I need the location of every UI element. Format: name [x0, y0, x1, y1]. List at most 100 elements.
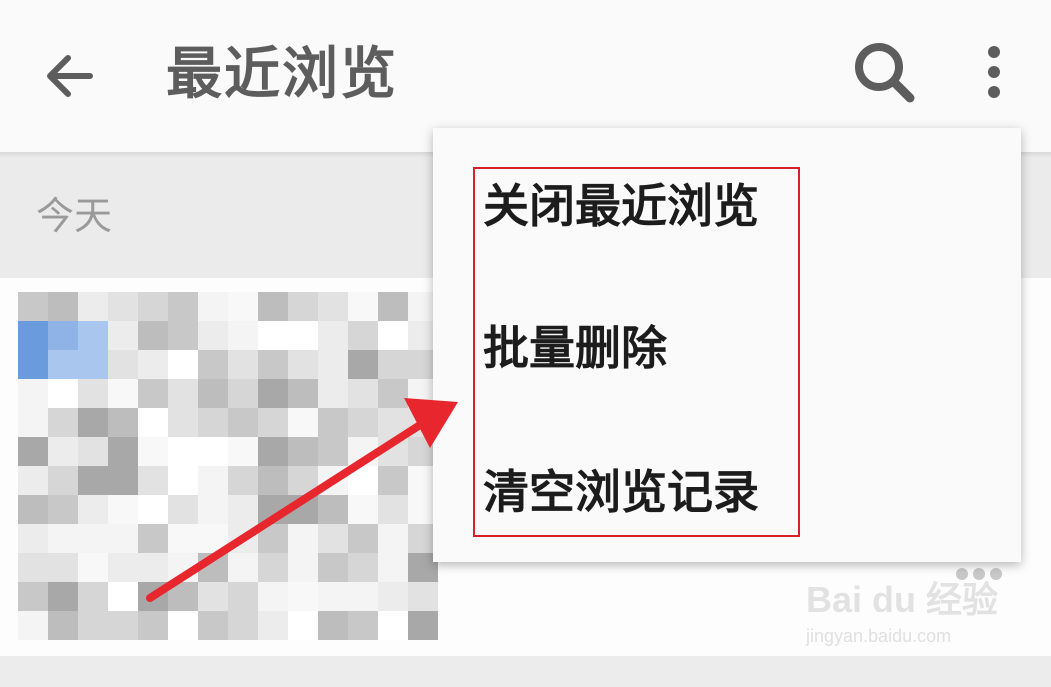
- mosaic-tile: [198, 379, 228, 408]
- arrow-left-icon[interactable]: [40, 46, 100, 106]
- mosaic-tile: [318, 553, 348, 582]
- mosaic-tile: [348, 553, 378, 582]
- mosaic-tile: [198, 408, 228, 437]
- watermark-url: jingyan.baidu.com: [806, 626, 952, 646]
- mosaic-tile: [228, 495, 258, 524]
- mosaic-tile: [198, 350, 228, 379]
- mosaic-tile: [228, 553, 258, 582]
- mosaic-tile: [108, 408, 138, 437]
- watermark-logo: Bai du 经验: [806, 579, 999, 620]
- blurred-thumbnail[interactable]: [18, 292, 438, 642]
- mosaic-tile: [228, 582, 258, 611]
- mosaic-tile: [198, 495, 228, 524]
- mosaic-tile: [228, 292, 258, 321]
- mosaic-tile: [18, 524, 48, 553]
- mosaic-tile: [138, 321, 168, 350]
- mosaic-tile: [48, 379, 78, 408]
- mosaic-tile: [48, 437, 78, 466]
- mosaic-tile: [18, 437, 48, 466]
- mosaic-tile: [138, 379, 168, 408]
- mosaic-tile: [198, 466, 228, 495]
- mosaic-tile: [198, 321, 228, 350]
- mosaic-tile: [138, 350, 168, 379]
- mosaic-tile: [288, 553, 318, 582]
- mosaic-tile: [48, 350, 78, 379]
- mosaic-tile: [18, 379, 48, 408]
- mosaic-tile: [258, 524, 288, 553]
- mosaic-tile: [168, 350, 198, 379]
- mosaic-tile: [258, 437, 288, 466]
- mosaic-tile: [258, 379, 288, 408]
- mosaic-tile: [168, 408, 198, 437]
- mosaic-tile: [138, 611, 168, 640]
- mosaic-tile: [48, 495, 78, 524]
- mosaic-tile: [288, 350, 318, 379]
- mosaic-tile: [78, 524, 108, 553]
- mosaic-tile: [108, 321, 138, 350]
- mosaic-tile: [228, 466, 258, 495]
- mosaic-tile: [108, 524, 138, 553]
- mosaic-tile: [258, 321, 288, 350]
- more-vertical-icon[interactable]: [970, 42, 1018, 102]
- mosaic-tile: [228, 611, 258, 640]
- mosaic-tile: [378, 321, 408, 350]
- menu-item-clear-history[interactable]: 清空浏览记录: [483, 464, 759, 520]
- search-icon[interactable]: [852, 40, 918, 106]
- mosaic-tile: [258, 495, 288, 524]
- menu-item-close-recent[interactable]: 关闭最近浏览: [483, 178, 759, 234]
- mosaic-tile: [288, 466, 318, 495]
- mosaic-tile: [198, 582, 228, 611]
- mosaic-tile: [288, 379, 318, 408]
- watermark: Bai du 经验 jingyan.baidu.com: [806, 578, 1006, 668]
- mosaic-tile: [228, 321, 258, 350]
- mosaic-tile: [108, 292, 138, 321]
- mosaic-tile: [258, 582, 288, 611]
- mosaic-tile: [348, 437, 378, 466]
- mosaic-tile: [288, 292, 318, 321]
- mosaic-tile: [48, 524, 78, 553]
- mosaic-tile: [348, 495, 378, 524]
- mosaic-tile: [138, 495, 168, 524]
- mosaic-tile: [378, 350, 408, 379]
- mosaic-tile: [18, 408, 48, 437]
- mosaic-tile: [18, 611, 48, 640]
- mosaic-tile: [198, 437, 228, 466]
- mosaic-tile: [168, 582, 198, 611]
- mosaic-tile: [78, 495, 108, 524]
- mosaic-tile: [228, 408, 258, 437]
- mosaic-tile: [228, 524, 258, 553]
- mosaic-tile: [318, 408, 348, 437]
- mosaic-tile: [48, 408, 78, 437]
- mosaic-tile: [78, 582, 108, 611]
- mosaic-tile: [378, 582, 408, 611]
- mosaic-tile: [138, 408, 168, 437]
- mosaic-tile: [78, 553, 108, 582]
- mosaic-tile: [318, 582, 348, 611]
- mosaic-tile: [168, 553, 198, 582]
- mosaic-tile: [48, 292, 78, 321]
- mosaic-tile: [318, 292, 348, 321]
- mosaic-tile: [168, 379, 198, 408]
- menu-item-batch-delete[interactable]: 批量删除: [483, 320, 667, 376]
- mosaic-tile: [258, 292, 288, 321]
- mosaic-tile: [408, 582, 438, 611]
- mosaic-tile: [48, 611, 78, 640]
- mosaic-tile: [78, 611, 108, 640]
- mosaic-tile: [408, 611, 438, 640]
- section-label-today: 今天: [36, 194, 113, 238]
- mosaic-tile: [168, 524, 198, 553]
- mosaic-tile: [48, 553, 78, 582]
- mosaic-tile: [78, 292, 108, 321]
- mosaic-tile: [78, 379, 108, 408]
- mosaic-tile: [138, 553, 168, 582]
- mosaic-tile: [288, 408, 318, 437]
- mosaic-tile: [288, 321, 318, 350]
- mosaic-tile: [138, 524, 168, 553]
- mosaic-tile: [108, 379, 138, 408]
- mosaic-tile: [168, 611, 198, 640]
- mosaic-tile: [348, 466, 378, 495]
- mosaic-tile: [108, 582, 138, 611]
- mosaic-tile: [108, 466, 138, 495]
- mosaic-tile: [318, 524, 348, 553]
- mosaic-tile: [288, 582, 318, 611]
